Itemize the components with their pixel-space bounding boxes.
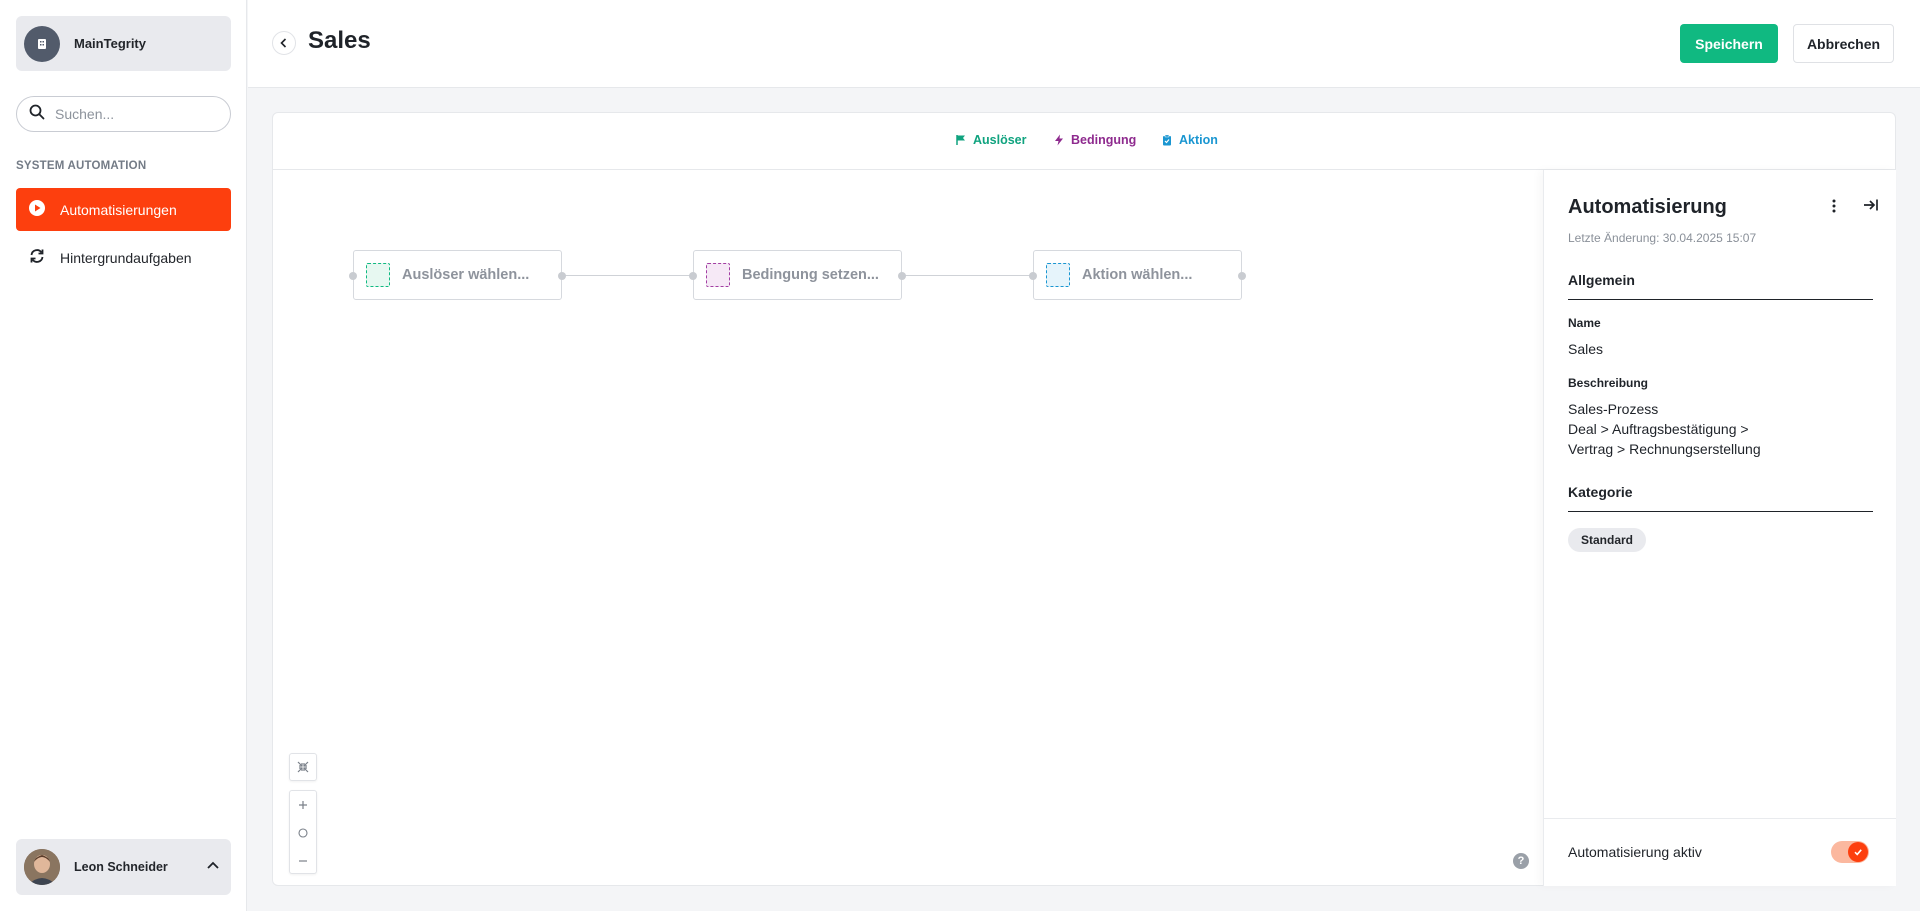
user-menu[interactable]: Leon Schneider [16, 839, 231, 895]
sidebar: MainTegrity SYSTEM AUTOMATION Automatisi… [0, 0, 247, 911]
zoom-in-button[interactable] [290, 791, 316, 819]
zoom-out-button[interactable] [290, 847, 316, 875]
description-value[interactable]: Sales-Prozess Deal > Auftragsbestätigung… [1568, 399, 1761, 459]
panel-footer: Automatisierung aktiv [1544, 818, 1896, 886]
user-name: Leon Schneider [74, 860, 168, 874]
last-change: Letzte Änderung: 30.04.2025 15:07 [1568, 231, 1757, 245]
refresh-icon [28, 247, 46, 268]
flag-icon [956, 135, 965, 145]
node-label: Auslöser wählen... [402, 267, 530, 283]
back-button[interactable] [272, 31, 296, 55]
page-header: Sales Speichern Abbrechen [248, 0, 1920, 88]
page-title: Sales [308, 27, 371, 54]
lightning-icon [1055, 134, 1063, 146]
section-general: Allgemein [1568, 272, 1873, 300]
collapse-arrows-icon [297, 761, 309, 773]
action-label: Aktion [1179, 133, 1218, 147]
save-button[interactable]: Speichern [1680, 24, 1778, 63]
trigger-node[interactable]: Auslöser wählen... [349, 250, 566, 300]
org-name: MainTegrity [74, 36, 146, 51]
node-label: Aktion wählen... [1082, 267, 1193, 283]
panel-title: Automatisierung [1568, 196, 1727, 218]
check-icon [1848, 842, 1868, 862]
node-port[interactable] [349, 272, 357, 280]
node-port[interactable] [1029, 272, 1037, 280]
trigger-placeholder-icon [366, 263, 390, 287]
avatar [24, 849, 60, 885]
cancel-button[interactable]: Abbrechen [1793, 24, 1894, 63]
condition-label: Bedingung [1071, 133, 1137, 147]
flow-canvas[interactable]: Auslöser wählen... Bedingung setzen... A… [273, 170, 1543, 886]
node-port[interactable] [558, 272, 566, 280]
building-icon [24, 25, 60, 62]
reset-zoom-button[interactable] [290, 819, 316, 847]
description-line: Vertrag > Rechnungserstellung [1568, 441, 1761, 457]
flow-edge [562, 275, 693, 276]
name-value[interactable]: Sales [1568, 339, 1603, 359]
help-icon[interactable]: ? [1513, 853, 1529, 869]
search-box [16, 96, 231, 132]
description-label: Beschreibung [1568, 376, 1649, 390]
properties-panel: Automatisierung Letzte Änderung: 30.04.2… [1543, 170, 1896, 886]
node-port[interactable] [898, 272, 906, 280]
active-toggle[interactable] [1831, 841, 1869, 863]
zoom-controls [289, 790, 317, 874]
description-line: Deal > Auftragsbestätigung > [1568, 421, 1749, 437]
automation-editor: Auslöser Bedingung Aktion Auslöser wähle… [272, 112, 1896, 886]
add-trigger-button[interactable]: Auslöser [955, 133, 1027, 147]
action-placeholder-icon [1046, 263, 1070, 287]
action-node[interactable]: Aktion wählen... [1029, 250, 1246, 300]
sidebar-item-hintergrundaufgaben[interactable]: Hintergrundaufgaben [16, 236, 231, 279]
chevron-up-icon [205, 857, 221, 878]
description-line: Sales-Prozess [1568, 401, 1659, 417]
trigger-label: Auslöser [973, 133, 1027, 147]
condition-node[interactable]: Bedingung setzen... [689, 250, 906, 300]
section-category: Kategorie [1568, 484, 1873, 512]
clipboard-icon [1163, 134, 1171, 146]
circle-icon [298, 828, 308, 838]
sidebar-item-automatisierungen[interactable]: Automatisierungen [16, 188, 231, 231]
active-label: Automatisierung aktiv [1568, 844, 1702, 860]
flow-edge [902, 275, 1033, 276]
section-label: SYSTEM AUTOMATION [16, 160, 147, 172]
org-switcher[interactable]: MainTegrity [16, 16, 231, 71]
sidebar-item-label: Hintergrundaufgaben [60, 249, 192, 266]
search-icon [29, 104, 45, 125]
app: MainTegrity SYSTEM AUTOMATION Automatisi… [0, 0, 1920, 911]
sidebar-item-label: Automatisierungen [60, 201, 177, 218]
fit-view-button[interactable] [289, 753, 317, 781]
play-circle-icon [28, 199, 46, 220]
add-action-button[interactable]: Aktion [1161, 133, 1218, 147]
condition-placeholder-icon [706, 263, 730, 287]
more-vertical-icon[interactable] [1826, 198, 1842, 219]
node-port[interactable] [689, 272, 697, 280]
search-input[interactable] [55, 106, 215, 122]
node-port[interactable] [1238, 272, 1246, 280]
chevron-left-icon [280, 38, 287, 48]
category-tag[interactable]: Standard [1568, 528, 1647, 552]
collapse-panel-icon[interactable] [1863, 197, 1879, 218]
plus-icon [299, 801, 307, 809]
add-condition-button[interactable]: Bedingung [1053, 133, 1136, 147]
node-toolbar: Auslöser Bedingung Aktion [273, 113, 1895, 170]
minus-icon [299, 860, 307, 862]
node-label: Bedingung setzen... [742, 267, 879, 283]
name-label: Name [1568, 316, 1601, 330]
